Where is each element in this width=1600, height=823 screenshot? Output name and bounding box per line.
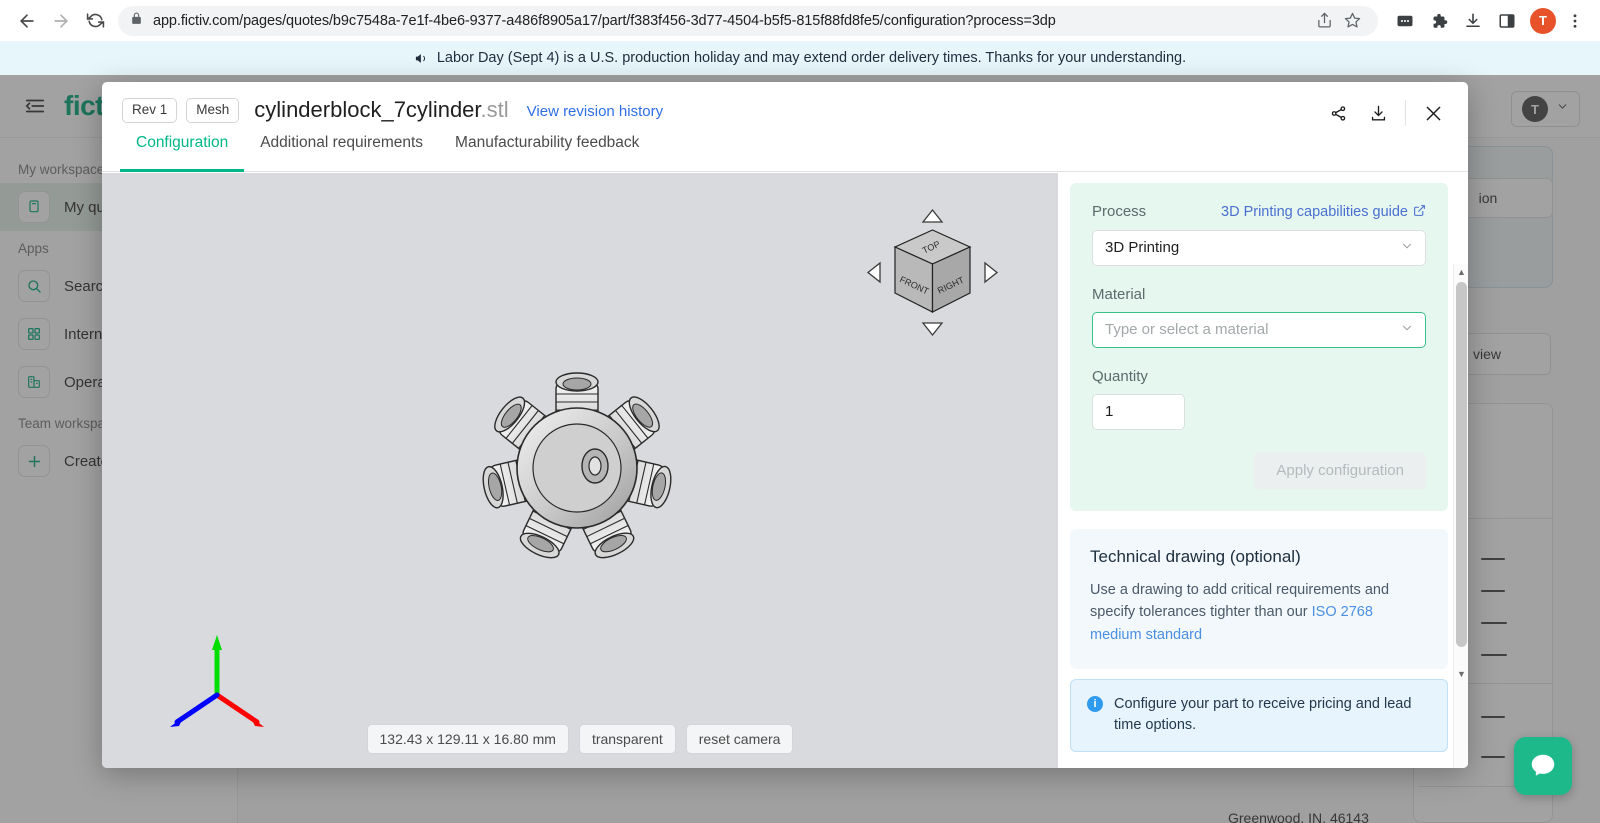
reset-camera-button[interactable]: reset camera (685, 724, 794, 754)
process-value: 3D Printing (1105, 239, 1180, 256)
password-manager-icon[interactable] (1390, 6, 1420, 36)
scroll-down-arrow-icon[interactable]: ▼ (1454, 666, 1468, 682)
url-text: app.fictiv.com/pages/quotes/b9c7548a-7e1… (153, 12, 1056, 29)
capabilities-guide-label: 3D Printing capabilities guide (1221, 204, 1408, 220)
capabilities-guide-link[interactable]: 3D Printing capabilities guide (1221, 204, 1426, 221)
info-alert-text: Configure your part to receive pricing a… (1114, 695, 1412, 734)
forward-arrow-icon[interactable] (44, 4, 78, 38)
scroll-up-arrow-icon[interactable]: ▲ (1454, 264, 1468, 280)
tab-manufacturability-feedback[interactable]: Manufacturability feedback (439, 134, 655, 171)
process-row: Process 3D Printing capabilities guide (1092, 203, 1426, 221)
close-icon[interactable] (1416, 96, 1450, 130)
star-icon[interactable] (1338, 7, 1366, 35)
share-icon[interactable] (1321, 96, 1355, 130)
reload-icon[interactable] (78, 4, 112, 38)
process-label: Process (1092, 203, 1147, 220)
apply-row: Apply configuration (1092, 451, 1426, 489)
download-icon[interactable] (1458, 6, 1488, 36)
part-3d-model[interactable] (412, 278, 742, 658)
divider (1405, 100, 1406, 126)
transparent-button[interactable]: transparent (578, 724, 676, 754)
material-placeholder: Type or select a material (1105, 321, 1269, 338)
browser-profile-avatar[interactable]: T (1530, 7, 1556, 34)
lock-icon (130, 12, 143, 30)
configuration-panel: Process 3D Printing capabilities guide 3… (1058, 173, 1468, 768)
technical-drawing-card: Technical drawing (optional) Use a drawi… (1070, 528, 1448, 670)
modal-scrollbar[interactable]: ▲ ▼ (1453, 264, 1468, 768)
page-title: cylinderblock_7cylinder.stl (254, 98, 508, 121)
chat-bubble-icon[interactable] (1514, 737, 1572, 795)
quantity-input[interactable]: 1 (1092, 393, 1185, 430)
arrow-left-icon (866, 261, 881, 284)
file-extension: .stl (480, 97, 509, 122)
extensions-puzzle-icon[interactable] (1424, 6, 1454, 36)
chevron-down-icon (1400, 321, 1414, 339)
arrow-up-icon (921, 208, 944, 223)
external-link-icon (1413, 204, 1426, 221)
banner-text: Labor Day (Sept 4) is a U.S. production … (436, 50, 1187, 66)
share-icon[interactable] (1310, 7, 1338, 35)
megaphone-icon (414, 51, 429, 66)
technical-drawing-body: Use a drawing to add critical requiremen… (1090, 579, 1428, 648)
info-alert: i Configure your part to receive pricing… (1070, 678, 1448, 752)
view-cube[interactable]: TOP FRONT RIGHT (860, 200, 1005, 345)
quantity-label: Quantity (1092, 367, 1148, 385)
split-view-icon[interactable] (1492, 6, 1522, 36)
scrollbar-thumb[interactable] (1456, 282, 1467, 647)
back-arrow-icon[interactable] (10, 4, 44, 38)
axis-gizmo (162, 630, 272, 730)
arrow-right-icon (984, 261, 999, 284)
modal-tabs: Configuration Additional requirements Ma… (102, 134, 1468, 172)
quantity-value: 1 (1105, 403, 1114, 420)
revision-badge: Rev 1 (122, 98, 178, 123)
part-dimensions-label: 132.43 x 129.11 x 16.80 mm (366, 724, 569, 754)
material-select[interactable]: Type or select a material (1092, 311, 1426, 348)
tab-additional-requirements[interactable]: Additional requirements (244, 134, 439, 171)
process-select[interactable]: 3D Printing (1092, 229, 1426, 266)
arrow-down-icon (921, 322, 944, 337)
browser-toolbar: app.fictiv.com/pages/quotes/b9c7548a-7e1… (0, 0, 1600, 41)
apply-configuration-button[interactable]: Apply configuration (1254, 451, 1426, 489)
process-configuration-card: Process 3D Printing capabilities guide 3… (1070, 183, 1448, 511)
announcement-banner: Labor Day (Sept 4) is a U.S. production … (0, 41, 1600, 75)
modal-body: TOP FRONT RIGHT 132.43 x 129.11 x 16.80 … (102, 173, 1468, 768)
part-configuration-modal: Rev 1 Mesh cylinderblock_7cylinder.stl V… (102, 82, 1468, 768)
technical-drawing-title: Technical drawing (optional) (1090, 546, 1301, 566)
three-dot-menu-icon[interactable] (1560, 6, 1590, 36)
viewer-toolbar: 132.43 x 129.11 x 16.80 mm transparent r… (102, 724, 1058, 754)
tab-configuration[interactable]: Configuration (120, 134, 245, 172)
info-icon: i (1087, 695, 1103, 712)
download-icon[interactable] (1361, 96, 1395, 130)
mesh-badge: Mesh (186, 98, 240, 123)
chevron-down-icon (1400, 239, 1414, 257)
model-viewer[interactable]: TOP FRONT RIGHT 132.43 x 129.11 x 16.80 … (102, 173, 1058, 768)
address-bar[interactable]: app.fictiv.com/pages/quotes/b9c7548a-7e1… (118, 5, 1378, 36)
modal-header-actions (1321, 96, 1450, 130)
view-revision-history-link[interactable]: View revision history (527, 103, 663, 120)
material-label: Material (1092, 285, 1146, 303)
modal-header: Rev 1 Mesh cylinderblock_7cylinder.stl V… (102, 82, 1468, 134)
file-name-text: cylinderblock_7cylinder (254, 97, 481, 122)
